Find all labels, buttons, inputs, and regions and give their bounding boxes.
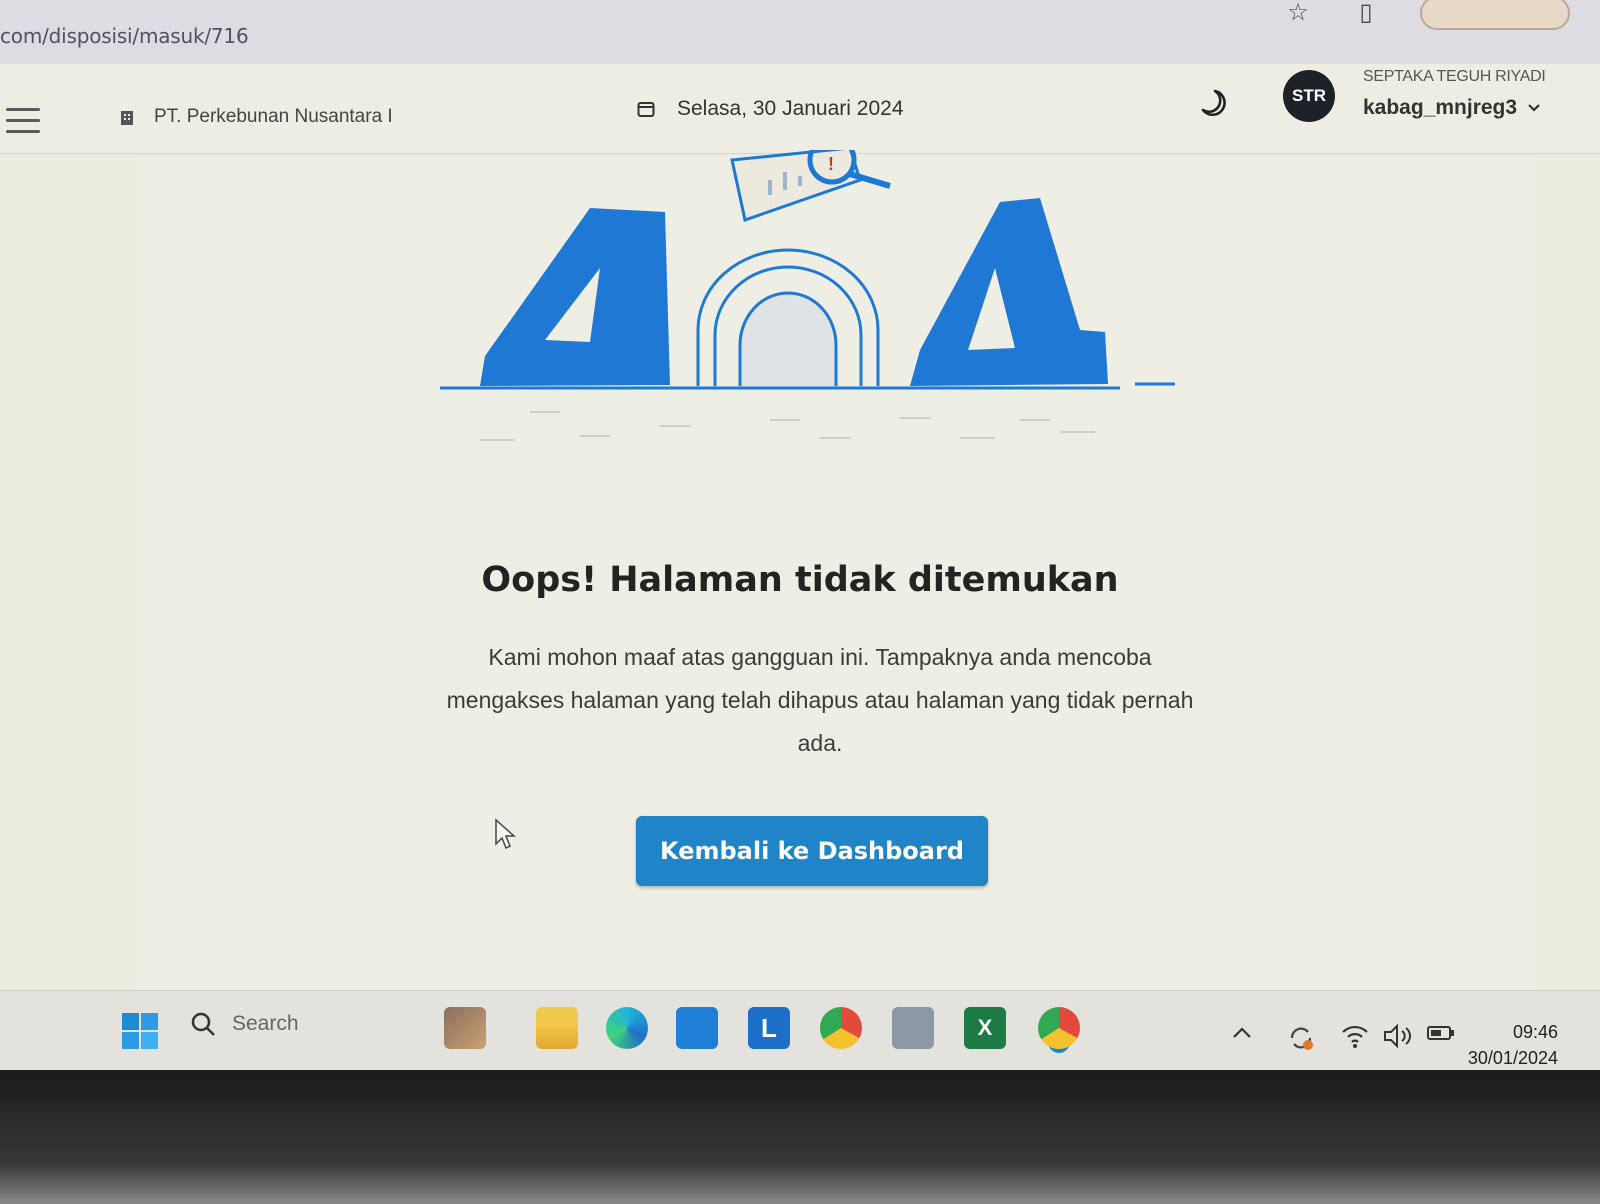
- calendar-icon: [637, 102, 655, 117]
- digit-zero-arches: [696, 248, 880, 386]
- document-search-icon: !: [730, 150, 891, 222]
- browser-actions: ☆ ▯: [1284, 0, 1570, 30]
- building-icon: [121, 111, 133, 125]
- l-app-icon[interactable]: L: [748, 1007, 790, 1049]
- battery-icon[interactable]: [1426, 1023, 1456, 1043]
- chrome-icon[interactable]: [820, 1007, 862, 1049]
- error-message: Kami mohon maaf atas gangguan ini. Tampa…: [446, 644, 1194, 756]
- browser-toolbar: com/disposisi/masuk/716 ☆ ▯: [0, 0, 1600, 64]
- clock-date: 30/01/2024: [1467, 1048, 1558, 1068]
- bookmark-star-icon[interactable]: ☆: [1284, 0, 1312, 27]
- sidebar-icon[interactable]: ▯: [1352, 0, 1380, 27]
- excel-icon[interactable]: X: [964, 1007, 1006, 1049]
- user-role: kabag_mnjreg3: [1363, 96, 1518, 119]
- edge-icon[interactable]: [606, 1007, 648, 1049]
- chevron-down-icon: [1528, 104, 1540, 112]
- address-bar[interactable]: com/disposisi/masuk/716: [0, 24, 249, 48]
- laptop-bezel: [0, 1070, 1600, 1204]
- avatar[interactable]: STR: [1283, 70, 1335, 122]
- camera-icon[interactable]: [892, 1007, 934, 1049]
- store-icon[interactable]: [676, 1007, 718, 1049]
- sync-icon[interactable]: [1286, 1023, 1316, 1053]
- system-tray: [1230, 1023, 1254, 1043]
- user-name: SEPTAKA TEGUH RIYADI: [1363, 68, 1546, 85]
- file-explorer-icon[interactable]: [536, 1007, 578, 1049]
- search-icon: [191, 1012, 215, 1036]
- date-text: Selasa, 30 Januari 2024: [677, 97, 904, 120]
- digit-four-right: [910, 198, 1108, 386]
- chevron-up-icon[interactable]: [1230, 1023, 1254, 1043]
- back-to-dashboard-button[interactable]: Kembali ke Dashboard: [636, 816, 988, 886]
- 404-illustration: !: [440, 150, 1175, 441]
- hamburger-menu-icon[interactable]: [6, 108, 40, 134]
- clock-time: 09:46: [1512, 1022, 1558, 1042]
- page-title: Oops! Halaman tidak ditemukan: [481, 560, 1119, 600]
- digit-four-left: [480, 208, 670, 386]
- taskbar-clock[interactable]: 09:46 30/01/2024: [1468, 1019, 1558, 1071]
- wifi-icon[interactable]: [1340, 1023, 1370, 1049]
- windows-start-icon[interactable]: [122, 1013, 158, 1049]
- dark-mode-toggle-icon[interactable]: [1195, 86, 1229, 120]
- user-menu[interactable]: kabag_mnjreg3: [1363, 96, 1541, 120]
- current-date: Selasa, 30 Januari 2024: [637, 97, 904, 121]
- chrome-profile-icon[interactable]: [1038, 1007, 1080, 1049]
- top-navbar: PT. Perkebunan Nusantara I Selasa, 30 Ja…: [0, 64, 1600, 154]
- profile-button[interactable]: [1420, 0, 1570, 30]
- svg-text:!: !: [828, 154, 834, 174]
- widgets-icon[interactable]: [444, 1007, 486, 1049]
- search-placeholder: Search: [232, 1012, 299, 1035]
- taskbar-search[interactable]: Search: [190, 1011, 299, 1037]
- company-info: PT. Perkebunan Nusantara I: [118, 106, 393, 128]
- company-name: PT. Perkebunan Nusantara I: [154, 106, 393, 127]
- mouse-cursor-icon: [495, 818, 516, 850]
- windows-taskbar: Search L X 09:46 30/01/2024: [0, 990, 1600, 1070]
- volume-icon[interactable]: [1382, 1023, 1414, 1049]
